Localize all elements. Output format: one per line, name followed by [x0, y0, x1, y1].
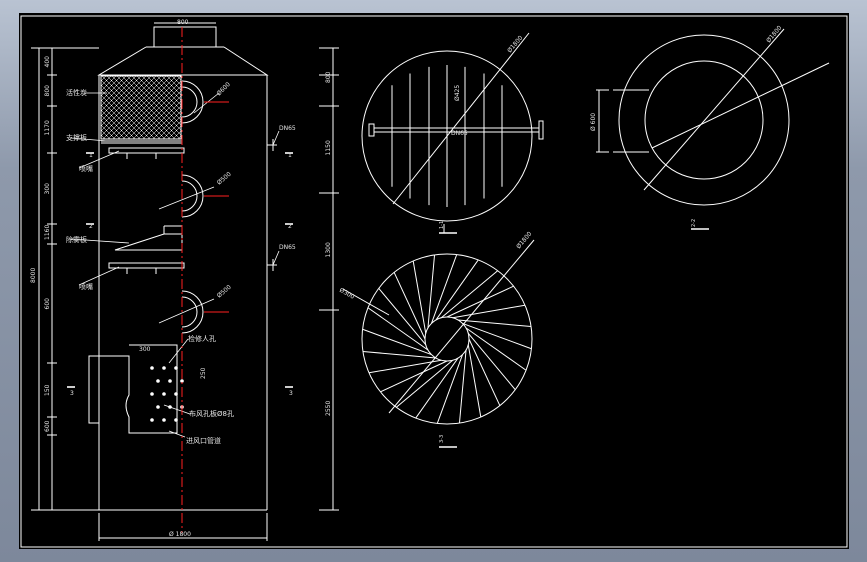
manhole-1	[181, 80, 204, 124]
distribution-hole	[174, 418, 178, 422]
swirl-vane	[378, 288, 427, 346]
left-dim-text: 400	[44, 56, 51, 68]
view3-caption: 2-2	[691, 219, 697, 227]
label-distribution-plate: 布风孔板Ø8孔	[189, 409, 234, 418]
section-mark-2a: 2	[89, 223, 93, 230]
view3-diameter: Ø1800	[765, 24, 783, 44]
left-dim-text: 150	[44, 384, 51, 396]
label-nozzle-2: 喷嘴	[79, 282, 93, 291]
right-dim-text: 2550	[325, 401, 332, 416]
label-nozzle-1: 喷嘴	[79, 164, 93, 173]
spray-bar-2	[108, 262, 185, 269]
demister-plate	[114, 233, 183, 251]
label-demister: 除雾板	[66, 235, 87, 244]
left-dim-text: 600	[44, 420, 51, 432]
section-view-2-2	[342, 239, 535, 448]
bottom-width-label: Ø 1800	[169, 531, 191, 538]
manhole-centerlines	[204, 101, 229, 313]
left-total-dim: 8000	[30, 268, 37, 283]
distribution-holes	[150, 366, 184, 422]
section-mark-3b: 3	[289, 390, 293, 397]
pipe-label-1: DN65	[279, 125, 296, 132]
pipe-label-2: DN65	[279, 244, 296, 251]
view2-diameter: Ø1800	[515, 230, 533, 250]
drain-pipe-1	[267, 139, 277, 151]
left-dim-text: 1170	[44, 120, 51, 135]
distribution-hole	[162, 366, 166, 370]
label-activated-carbon: 活性炭	[66, 88, 87, 97]
right-dim-text: 1150	[325, 140, 332, 155]
view3-left-dim: Ø 600	[590, 113, 597, 131]
swirl-vane	[435, 259, 479, 321]
swirl-vane	[415, 357, 459, 419]
label-support-plate: 支撑板	[66, 133, 87, 142]
swirl-vane	[436, 354, 464, 424]
spray-bar-1	[108, 147, 185, 154]
swirl-vane	[367, 307, 429, 351]
inlet-dim-1: 300	[139, 346, 151, 353]
left-dim-text: 800	[44, 85, 51, 97]
swirl-vane	[465, 327, 527, 371]
inlet-duct	[88, 355, 99, 424]
distribution-hole	[156, 379, 160, 383]
view3-inner-circle	[644, 60, 764, 180]
top-outlet-duct	[153, 26, 217, 48]
manhole-label-3: Ø500	[216, 284, 233, 300]
swirl-vane	[362, 328, 432, 356]
swirl-vane	[396, 359, 454, 408]
view1-caption: 1-1	[439, 221, 445, 229]
label-ladder: 检修人孔	[188, 334, 216, 343]
label-inlet-port: 进风口管道	[186, 436, 221, 445]
right-dim-text: 800	[325, 71, 332, 83]
distribution-hole	[150, 392, 154, 396]
left-dim-text: 300	[44, 183, 51, 195]
distribution-hole	[156, 405, 160, 409]
manhole-label-2: Ø500	[216, 171, 233, 187]
tower-elevation	[31, 22, 339, 541]
view1-diameter: Ø1800	[506, 34, 524, 54]
swirl-vane	[430, 254, 458, 324]
swirl-vane	[412, 260, 427, 334]
distribution-hole	[174, 392, 178, 396]
manhole-label-1: Ø600	[215, 81, 232, 98]
right-dim-text: 1300	[325, 242, 332, 257]
inlet-dim-2: 250	[200, 367, 207, 379]
view1-inner-dim: Ø425	[454, 85, 461, 101]
view1-pipe: DN65	[451, 130, 468, 137]
section-view-3-3	[596, 28, 830, 230]
distribution-hole	[168, 379, 172, 383]
view2-hub	[424, 316, 470, 362]
section-mark-1a: 1	[89, 152, 93, 159]
top-width-label: 800	[177, 19, 189, 26]
distribution-hole	[150, 418, 154, 422]
swirl-vane	[452, 304, 526, 319]
top-cone	[97, 46, 269, 76]
section-mark-3a: 3	[70, 390, 74, 397]
drawing-svg: 800 Ø 1800 活性炭 支撑板 喷嘴 除雾板 喷嘴 检修人孔 布风孔板Ø8…	[20, 15, 848, 548]
distribution-hole	[150, 366, 154, 370]
swirl-vane	[467, 344, 482, 418]
distribution-hole	[162, 418, 166, 422]
section-mark-1b: 1	[288, 152, 292, 159]
view2-outer-circle	[361, 253, 533, 425]
swirl-vane	[467, 332, 516, 390]
cad-drawing-canvas[interactable]: 800 Ø 1800 活性炭 支撑板 喷嘴 除雾板 喷嘴 检修人孔 布风孔板Ø8…	[19, 13, 849, 549]
left-dim-text: 1160	[44, 225, 51, 240]
view2-left-dim: Ø300	[338, 287, 356, 301]
drain-pipe-2	[267, 259, 277, 271]
activated-carbon-layer	[100, 75, 182, 140]
swirl-vane	[462, 322, 532, 350]
view2-caption: 3-3	[439, 435, 445, 443]
distribution-hole	[174, 366, 178, 370]
distribution-hole	[162, 392, 166, 396]
section-mark-2b: 2	[288, 223, 292, 230]
swirl-vane	[368, 359, 442, 374]
left-dim-text: 600	[44, 298, 51, 310]
